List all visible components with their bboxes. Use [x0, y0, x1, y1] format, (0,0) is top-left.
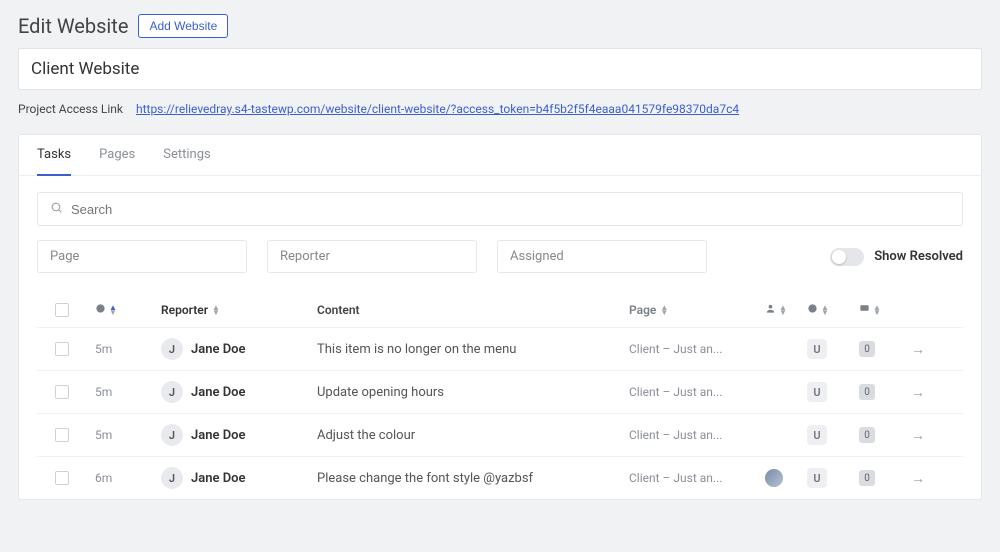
access-link-url[interactable]: https://relievedray.s4-tastewp.com/websi… — [136, 102, 739, 116]
table-row[interactable]: 5m J Jane Doe Update opening hours Clien… — [37, 370, 963, 413]
avatar: J — [161, 338, 183, 360]
select-all-checkbox[interactable] — [55, 303, 69, 317]
row-time: 5m — [95, 385, 155, 399]
row-status[interactable]: U — [807, 382, 853, 402]
website-name-field[interactable]: Client Website — [18, 48, 982, 90]
row-reporter: J Jane Doe — [161, 467, 311, 489]
row-reporter: J Jane Doe — [161, 424, 311, 446]
assigned-avatar — [765, 469, 783, 487]
row-content: This item is no longer on the menu — [317, 342, 623, 357]
row-status[interactable]: U — [807, 425, 853, 445]
column-reporter[interactable]: Reporter ▲▼ — [161, 303, 311, 317]
filter-reporter[interactable]: Reporter — [267, 240, 477, 273]
avatar: J — [161, 424, 183, 446]
open-row-icon[interactable]: → — [911, 470, 945, 487]
column-content: Content — [317, 303, 623, 317]
avatar: J — [161, 381, 183, 403]
clock-icon — [95, 303, 106, 317]
search-icon — [50, 201, 63, 217]
row-page: Client – Just an... — [629, 428, 759, 442]
reporter-name: Jane Doe — [191, 342, 246, 357]
avatar: J — [161, 467, 183, 489]
reporter-name: Jane Doe — [191, 471, 246, 486]
row-assigned — [765, 469, 801, 487]
filter-assigned[interactable]: Assigned — [497, 240, 707, 273]
page-title: Edit Website — [18, 14, 128, 38]
access-link-label: Project Access Link — [18, 102, 123, 116]
row-comments[interactable]: 0 — [859, 427, 905, 444]
row-page: Client – Just an... — [629, 342, 759, 356]
filter-page[interactable]: Page — [37, 240, 247, 273]
open-row-icon[interactable]: → — [911, 384, 945, 401]
row-status[interactable]: U — [807, 468, 853, 488]
row-content: Please change the font style @yazbsf — [317, 471, 623, 486]
show-resolved-label: Show Resolved — [874, 249, 963, 264]
column-page[interactable]: Page ▲▼ — [629, 303, 759, 317]
row-page: Client – Just an... — [629, 471, 759, 485]
row-checkbox[interactable] — [55, 385, 69, 399]
column-time[interactable]: ▲▼ — [95, 303, 155, 317]
tab-settings[interactable]: Settings — [163, 147, 210, 175]
open-row-icon[interactable]: → — [911, 427, 945, 444]
check-circle-icon — [807, 303, 818, 317]
row-page: Client – Just an... — [629, 385, 759, 399]
table-row[interactable]: 6m J Jane Doe Please change the font sty… — [37, 456, 963, 499]
tabs: Tasks Pages Settings — [19, 135, 981, 176]
row-reporter: J Jane Doe — [161, 338, 311, 360]
row-content: Adjust the colour — [317, 428, 623, 443]
column-assigned[interactable]: ▲▼ — [765, 303, 801, 317]
row-checkbox[interactable] — [55, 342, 69, 356]
add-website-button[interactable]: Add Website — [138, 14, 228, 38]
row-comments[interactable]: 0 — [859, 384, 905, 401]
row-time: 5m — [95, 342, 155, 356]
row-content: Update opening hours — [317, 385, 623, 400]
row-comments[interactable]: 0 — [859, 341, 905, 358]
reporter-name: Jane Doe — [191, 385, 246, 400]
chat-icon — [859, 303, 870, 317]
row-checkbox[interactable] — [55, 428, 69, 442]
row-reporter: J Jane Doe — [161, 381, 311, 403]
row-comments[interactable]: 0 — [859, 470, 905, 487]
row-time: 6m — [95, 471, 155, 485]
table-row[interactable]: 5m J Jane Doe Adjust the colour Client –… — [37, 413, 963, 456]
column-comments[interactable]: ▲▼ — [859, 303, 905, 317]
reporter-name: Jane Doe — [191, 428, 246, 443]
search-input[interactable] — [71, 202, 950, 217]
show-resolved-toggle[interactable] — [830, 248, 864, 266]
column-status[interactable]: ▲▼ — [807, 303, 853, 317]
table-row[interactable]: 5m J Jane Doe This item is no longer on … — [37, 327, 963, 370]
open-row-icon[interactable]: → — [911, 341, 945, 358]
person-icon — [765, 303, 776, 317]
row-checkbox[interactable] — [55, 471, 69, 485]
row-time: 5m — [95, 428, 155, 442]
row-status[interactable]: U — [807, 339, 853, 359]
tab-pages[interactable]: Pages — [99, 147, 135, 175]
tab-tasks[interactable]: Tasks — [37, 147, 71, 176]
